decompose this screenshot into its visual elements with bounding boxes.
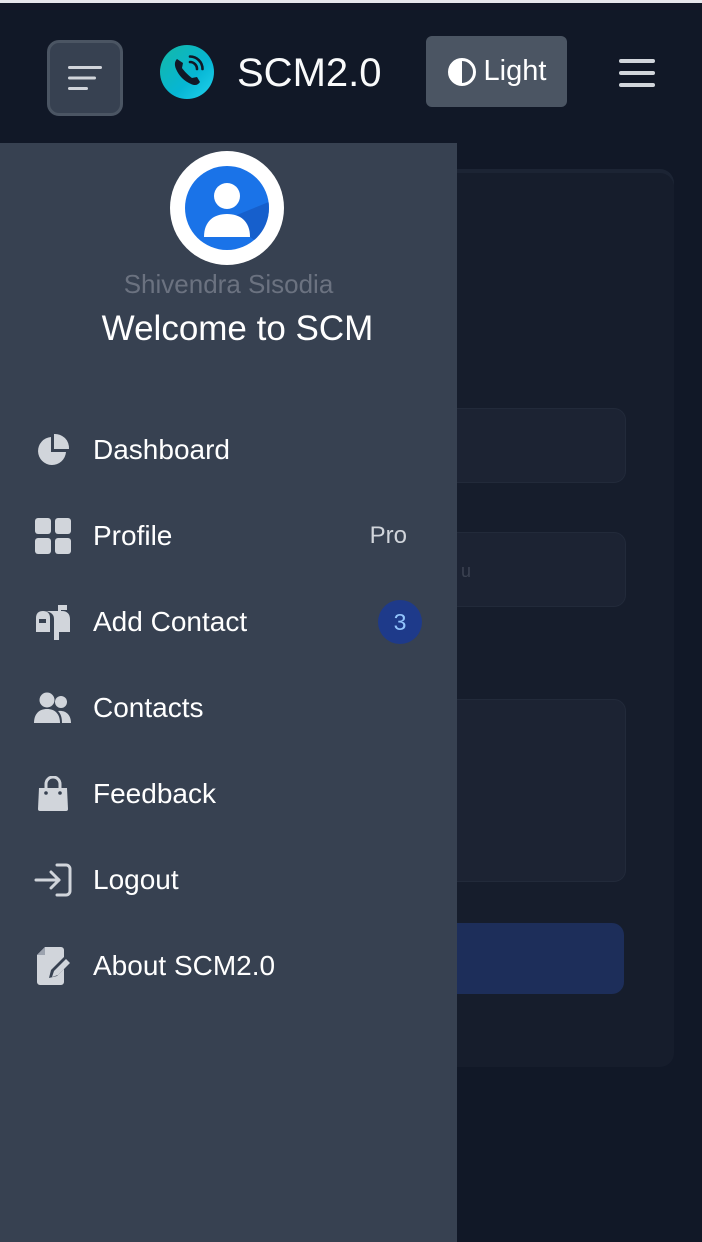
hamburger-icon xyxy=(619,59,655,87)
welcome-heading: Welcome to SCM xyxy=(101,309,374,348)
sidebar-item-label: Profile xyxy=(93,520,173,551)
sidebar-item-label: Add Contact xyxy=(93,606,248,637)
pie-chart-icon xyxy=(34,432,72,468)
sign-in-icon xyxy=(34,862,72,898)
avatar[interactable] xyxy=(170,151,284,265)
sidebar-item-add-contact[interactable]: Add Contact 3 xyxy=(0,579,457,665)
phone-logo-icon xyxy=(160,45,214,99)
sidebar-item-logout[interactable]: Logout xyxy=(0,837,457,923)
theme-toggle-button[interactable]: Light xyxy=(426,36,567,107)
users-icon xyxy=(34,690,72,726)
user-name: Shivendra Sisodia xyxy=(123,269,334,299)
contact-count-badge: 3 xyxy=(378,600,422,644)
mailbox-icon xyxy=(34,604,72,640)
edit-file-icon xyxy=(34,947,72,985)
sidebar-toggle-button[interactable] xyxy=(47,40,123,116)
sidebar-item-label: Feedback xyxy=(93,778,216,809)
theme-toggle-label: Light xyxy=(483,55,547,87)
sidebar-item-label: Dashboard xyxy=(93,434,230,465)
sidebar-item-feedback[interactable]: Feedback xyxy=(0,751,457,837)
sidebar-item-label: Logout xyxy=(93,864,179,895)
sidebar-item-about[interactable]: About SCM2.0 xyxy=(0,923,457,1009)
top-navbar: SCM2.0 Light xyxy=(0,3,702,143)
sidebar-drawer: Shivendra Sisodia Welcome to SCM Dashboa… xyxy=(0,143,457,1242)
grid-icon xyxy=(34,518,72,554)
brand-name[interactable]: SCM2.0 xyxy=(237,46,382,100)
sidebar-menu: Dashboard Profile Pro Add Contact 3 Cont… xyxy=(0,407,457,1009)
shopping-bag-icon xyxy=(34,776,72,812)
app-screen: u SCM2.0 Light Shivendra Sisodia Welcome… xyxy=(0,0,702,1242)
align-left-icon xyxy=(68,66,102,90)
background-field-text: u xyxy=(461,561,472,581)
user-avatar-icon xyxy=(185,166,269,250)
sidebar-item-label: About SCM2.0 xyxy=(93,950,276,981)
pro-tag: Pro xyxy=(369,522,407,549)
hamburger-menu-button[interactable] xyxy=(614,52,660,94)
sidebar-item-contacts[interactable]: Contacts xyxy=(0,665,457,751)
half-circle-icon xyxy=(447,57,476,86)
sidebar-item-profile[interactable]: Profile Pro xyxy=(0,493,457,579)
sidebar-item-dashboard[interactable]: Dashboard xyxy=(0,407,457,493)
sidebar-item-label: Contacts xyxy=(93,692,204,723)
